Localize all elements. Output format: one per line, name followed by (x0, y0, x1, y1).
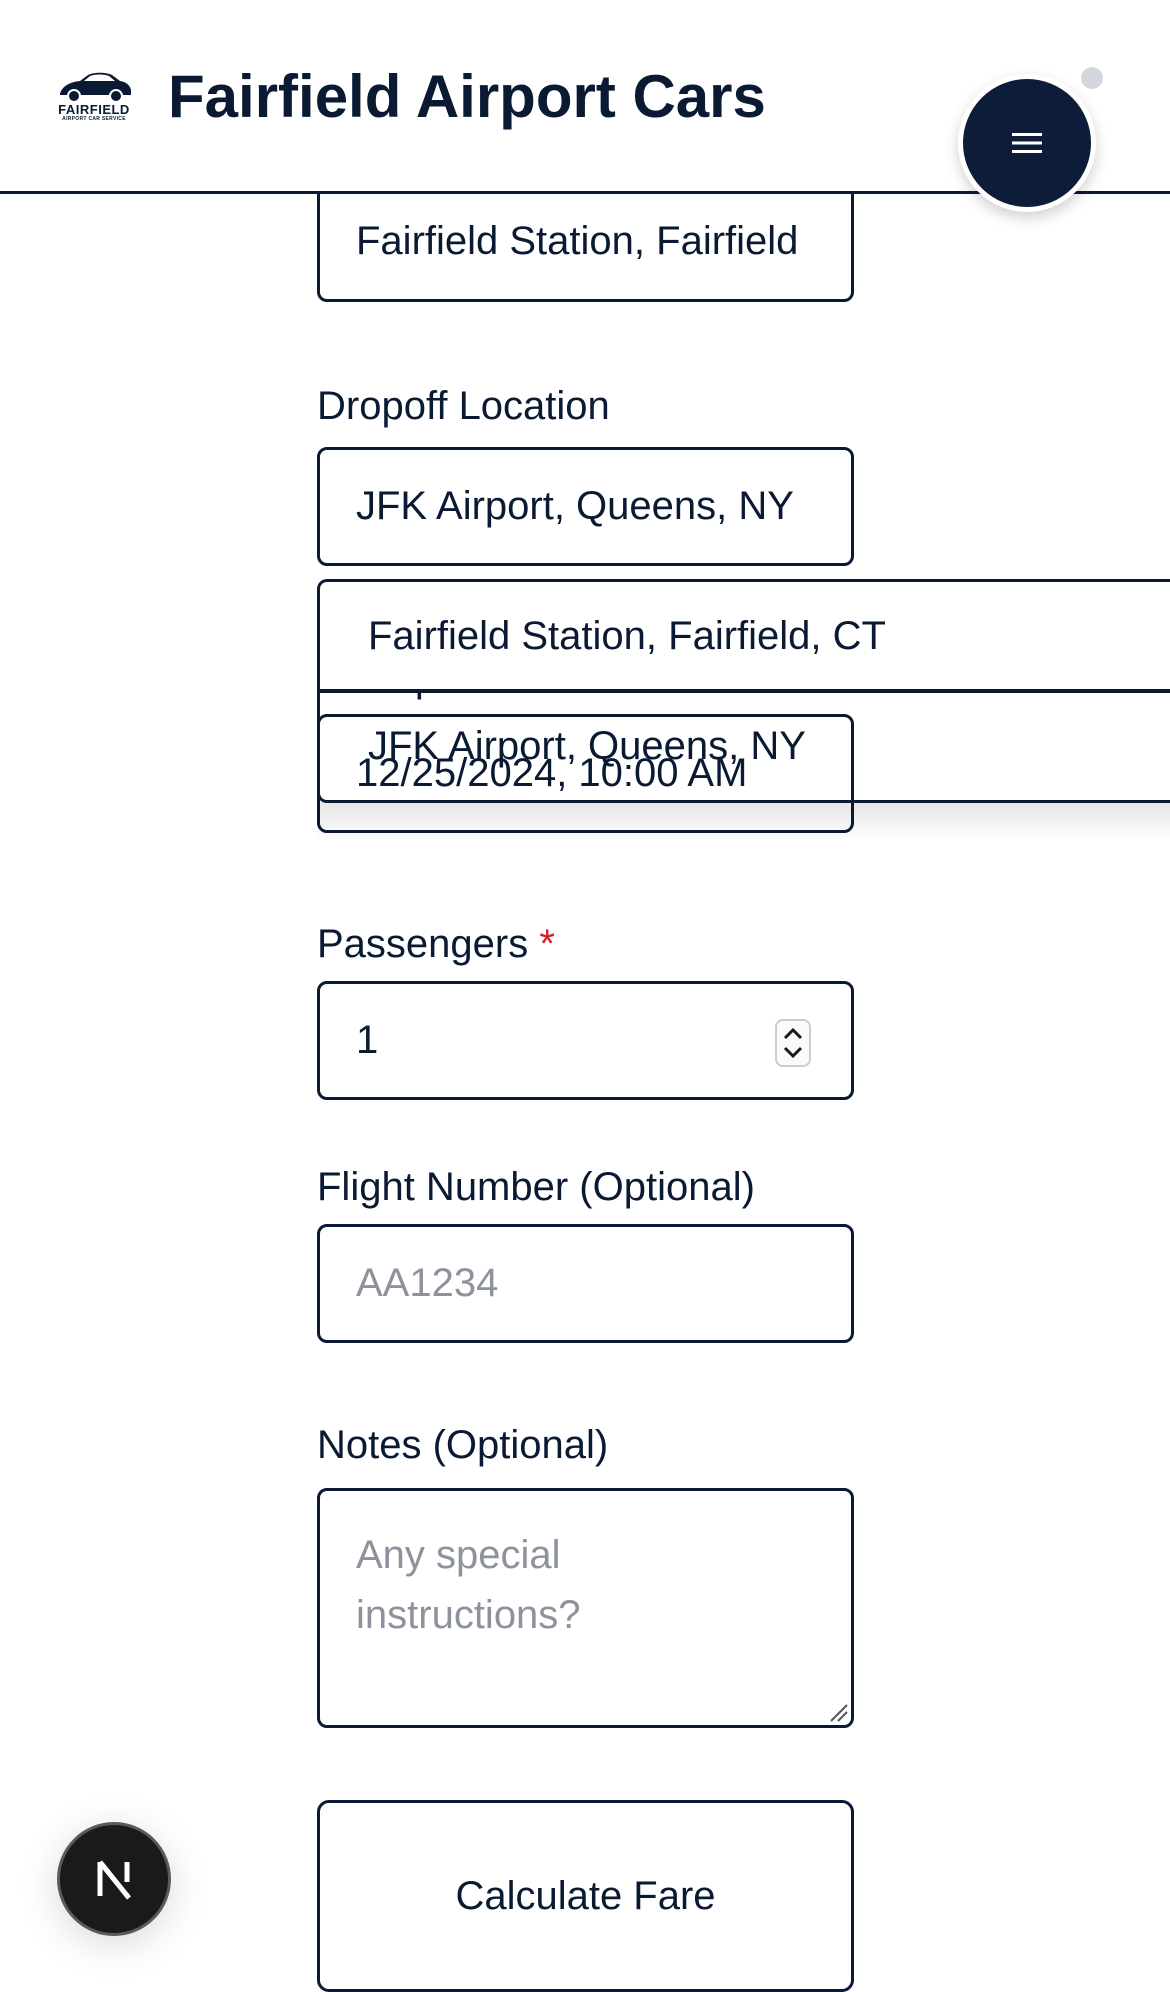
flight-number-label: Flight Number (Optional) (317, 1165, 755, 1209)
dropoff-location-label: Dropoff Location (317, 384, 610, 428)
brand-title[interactable]: Fairfield Airport Cars (168, 62, 766, 131)
passengers-label-text: Passengers (317, 922, 529, 966)
passengers-label: Passengers * (317, 922, 555, 967)
required-asterisk: * (539, 922, 555, 966)
nextjs-logo-icon (97, 1860, 131, 1900)
passengers-value: 1 (356, 1018, 379, 1062)
pickup-location-input[interactable]: Fairfield Station, Fairfield (317, 180, 854, 302)
logo-subtitle: AIRPORT CAR SERVICE (62, 116, 126, 122)
passengers-stepper[interactable] (775, 1019, 811, 1067)
menu-button[interactable] (958, 74, 1096, 212)
brand-logo[interactable]: FAIRFIELD AIRPORT CAR SERVICE (54, 70, 134, 122)
car-logo-icon (60, 72, 131, 103)
stepper-arrows-icon (783, 1027, 803, 1059)
logo-wordmark: FAIRFIELD (58, 102, 130, 117)
booking-page: FAIRFIELD AIRPORT CAR SERVICE Fairfield … (0, 0, 1170, 1992)
location-suggestions-list: Fairfield Station, Fairfield, CT JFK Air… (317, 579, 1170, 803)
notification-dot (1081, 67, 1103, 89)
hamburger-menu-icon (1012, 133, 1042, 153)
resize-grip-icon[interactable] (825, 1699, 849, 1723)
dropoff-location-input[interactable]: JFK Airport, Queens, NY (317, 447, 854, 566)
passengers-input[interactable]: 1 (317, 981, 854, 1100)
nextjs-dev-badge[interactable] (57, 1822, 171, 1936)
notes-label: Notes (Optional) (317, 1423, 609, 1467)
notes-textarea[interactable]: Any special instructions? (317, 1488, 854, 1728)
suggestions-shadow (317, 802, 1170, 842)
flight-number-placeholder: AA1234 (356, 1261, 499, 1305)
notes-placeholder: Any special instructions? (356, 1533, 581, 1637)
suggestion-item[interactable]: JFK Airport, Queens, NY (317, 689, 1170, 803)
calculate-fare-button[interactable]: Calculate Fare (317, 1800, 854, 1992)
suggestion-item[interactable]: Fairfield Station, Fairfield, CT (317, 579, 1170, 693)
flight-number-input[interactable]: AA1234 (317, 1224, 854, 1343)
